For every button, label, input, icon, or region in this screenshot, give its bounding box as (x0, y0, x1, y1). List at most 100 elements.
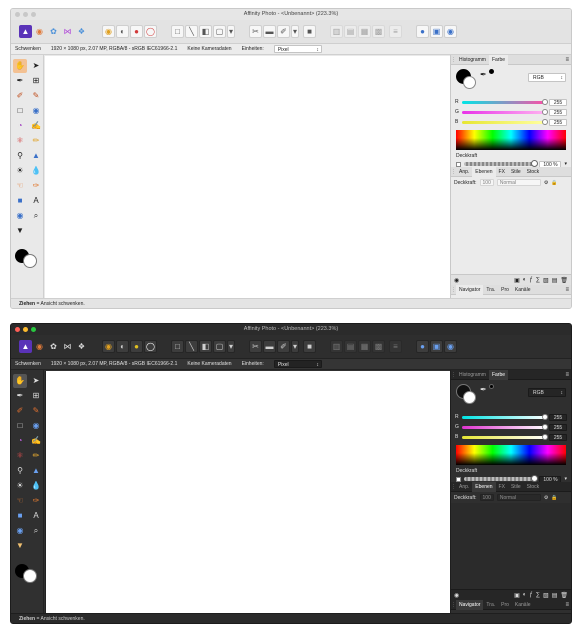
units-select[interactable]: Pixel (273, 45, 322, 54)
slider-r[interactable]: R 255 (455, 413, 567, 421)
chevron-down-icon[interactable]: ▾ (291, 340, 299, 353)
slider-g[interactable]: G 255 (455, 108, 567, 116)
invert-selection-icon[interactable]: ◧ (199, 340, 212, 353)
adjustment-icon[interactable]: ◐ (523, 592, 527, 598)
tab-color[interactable]: Farbe (488, 369, 509, 380)
layer-options-icon[interactable]: ◉ (454, 592, 459, 599)
inpainting-icon[interactable]: ⚛ (13, 134, 27, 148)
selection-mode-icon[interactable]: ▢ (213, 25, 226, 38)
assistant-icon[interactable]: ■ (303, 25, 316, 38)
dodge-tool-icon[interactable]: ☀ (13, 479, 27, 493)
tab-adjustments[interactable]: Anp. (456, 167, 472, 177)
clone-tool-icon[interactable]: ▲ (29, 149, 43, 163)
text-tool-icon[interactable]: A (29, 194, 43, 208)
slider-b-value[interactable]: 255 (549, 118, 567, 126)
quick-mask-icon[interactable]: ✂ (249, 25, 262, 38)
add-layer-icon[interactable]: ▤ (552, 592, 558, 599)
color-replace-icon[interactable]: ◔ (13, 119, 27, 133)
text-tool-icon[interactable]: A (29, 509, 43, 523)
stroke-color-well[interactable] (463, 391, 476, 404)
selection-marquee-icon[interactable]: □ (13, 104, 27, 118)
fill-tool-icon[interactable]: ◉ (29, 104, 43, 118)
layer-opacity-field[interactable]: 100 (479, 179, 494, 186)
tab-layers[interactable]: Ebenen (472, 481, 496, 492)
healing-icon[interactable]: ✏ (29, 134, 43, 148)
tab-color[interactable]: Farbe (488, 54, 509, 65)
deselect-icon[interactable]: ╲ (185, 340, 198, 353)
layers-list[interactable] (451, 503, 571, 589)
quick-mask-icon[interactable]: ✂ (249, 340, 262, 353)
selection-brush-icon[interactable]: ◉ (13, 524, 27, 538)
tab-fx[interactable]: FX (496, 482, 508, 492)
auto-contrast-icon[interactable]: ◐ (116, 340, 129, 353)
color-wells[interactable] (456, 69, 478, 91)
auto-white-balance-icon[interactable]: ◯ (144, 340, 157, 353)
layers-list[interactable] (451, 188, 571, 274)
color-model-select[interactable]: RGB (528, 73, 566, 83)
export-persona-icon[interactable]: ❖ (75, 25, 88, 38)
refine-icon[interactable]: ▬ (263, 340, 276, 353)
color-model-select[interactable]: RGB (528, 388, 566, 398)
preferences-icon[interactable]: ◉ (444, 25, 457, 38)
trash-icon[interactable]: 🗑 (560, 277, 568, 284)
paint-brush-icon[interactable]: ✑ (29, 494, 43, 508)
panel-menu-icon[interactable]: ≡ (565, 285, 569, 295)
zoom-button[interactable] (31, 327, 36, 332)
clone-tool-icon[interactable]: ▲ (29, 464, 43, 478)
marquee-icon[interactable]: □ (171, 340, 184, 353)
smudge-tool-icon[interactable]: ☜ (13, 494, 27, 508)
mask-icon[interactable]: ▣ (514, 277, 520, 284)
invert-selection-icon[interactable]: ◧ (199, 25, 212, 38)
crop-tool-icon[interactable]: ⊞ (29, 389, 43, 403)
arrange-back-icon[interactable]: ▥ (330, 340, 343, 353)
auto-levels-icon[interactable]: ◉ (102, 25, 115, 38)
lock-icon[interactable]: 🔒 (551, 495, 557, 501)
move-tool-icon[interactable]: ➤ (29, 59, 43, 73)
paint-mixer-icon[interactable]: ✎ (29, 404, 43, 418)
photo-persona-icon[interactable]: ▲ (19, 25, 32, 38)
stroke-color-well[interactable] (463, 76, 476, 89)
folder-icon[interactable]: ▧ (543, 277, 549, 284)
zoom-view-icon[interactable]: ⌕ (29, 524, 43, 538)
arrange-front-icon[interactable]: ▩ (372, 25, 385, 38)
snapping-icon[interactable]: ● (416, 340, 429, 353)
paint-mixer-icon[interactable]: ✎ (29, 89, 43, 103)
slider-g-value[interactable]: 255 (549, 423, 567, 431)
tab-channels[interactable]: Kanäle (512, 285, 534, 295)
view-tool-icon[interactable]: ✋ (13, 374, 27, 388)
blend-mode-select[interactable]: Normal (496, 179, 541, 186)
deselect-icon[interactable]: ╲ (185, 25, 198, 38)
blend-mode-select[interactable]: Normal (496, 494, 541, 501)
arrange-forward-icon[interactable]: ▦ (358, 25, 371, 38)
brush-mode-icon[interactable]: ✐ (277, 340, 290, 353)
auto-contrast-icon[interactable]: ◐ (116, 25, 129, 38)
close-button[interactable] (15, 12, 20, 17)
arrange-backward-icon[interactable]: ▤ (344, 340, 357, 353)
color-picker-icon[interactable]: ✒ (480, 385, 487, 394)
arrange-forward-icon[interactable]: ▦ (358, 340, 371, 353)
grip-icon[interactable]: ⋮ (451, 602, 456, 608)
slider-g-value[interactable]: 255 (549, 108, 567, 116)
mask-icon[interactable]: ▣ (514, 592, 520, 599)
selection-mode-icon[interactable]: ▢ (213, 340, 226, 353)
tab-stock[interactable]: Stock (524, 167, 543, 177)
slider-b[interactable]: B 255 (455, 433, 567, 441)
tab-styles[interactable]: Stile (508, 482, 524, 492)
view-tool-icon[interactable]: ✋ (13, 59, 27, 73)
fill-tool-icon[interactable]: ◉ (29, 419, 43, 433)
color-spectrum[interactable] (456, 130, 566, 150)
smudge-tool-icon[interactable]: ☜ (13, 179, 27, 193)
gear-icon[interactable]: ⚙ (544, 180, 548, 186)
preferences-icon[interactable]: ◉ (444, 340, 457, 353)
auto-white-balance-icon[interactable]: ◯ (144, 25, 157, 38)
tab-histogram[interactable]: Histogramm (456, 370, 489, 380)
secondary-color-swatch[interactable] (23, 569, 37, 583)
opacity-slider[interactable] (464, 475, 539, 482)
units-select[interactable]: Pixel (273, 360, 322, 369)
paint-brush-icon[interactable]: ✑ (29, 179, 43, 193)
refine-icon[interactable]: ▬ (263, 25, 276, 38)
zoom-tool-icon[interactable]: ⚲ (13, 464, 27, 478)
slider-r-value[interactable]: 255 (549, 98, 567, 106)
rectangle-tool-icon[interactable]: ■ (13, 509, 27, 523)
tab-stock[interactable]: Stock (524, 482, 543, 492)
